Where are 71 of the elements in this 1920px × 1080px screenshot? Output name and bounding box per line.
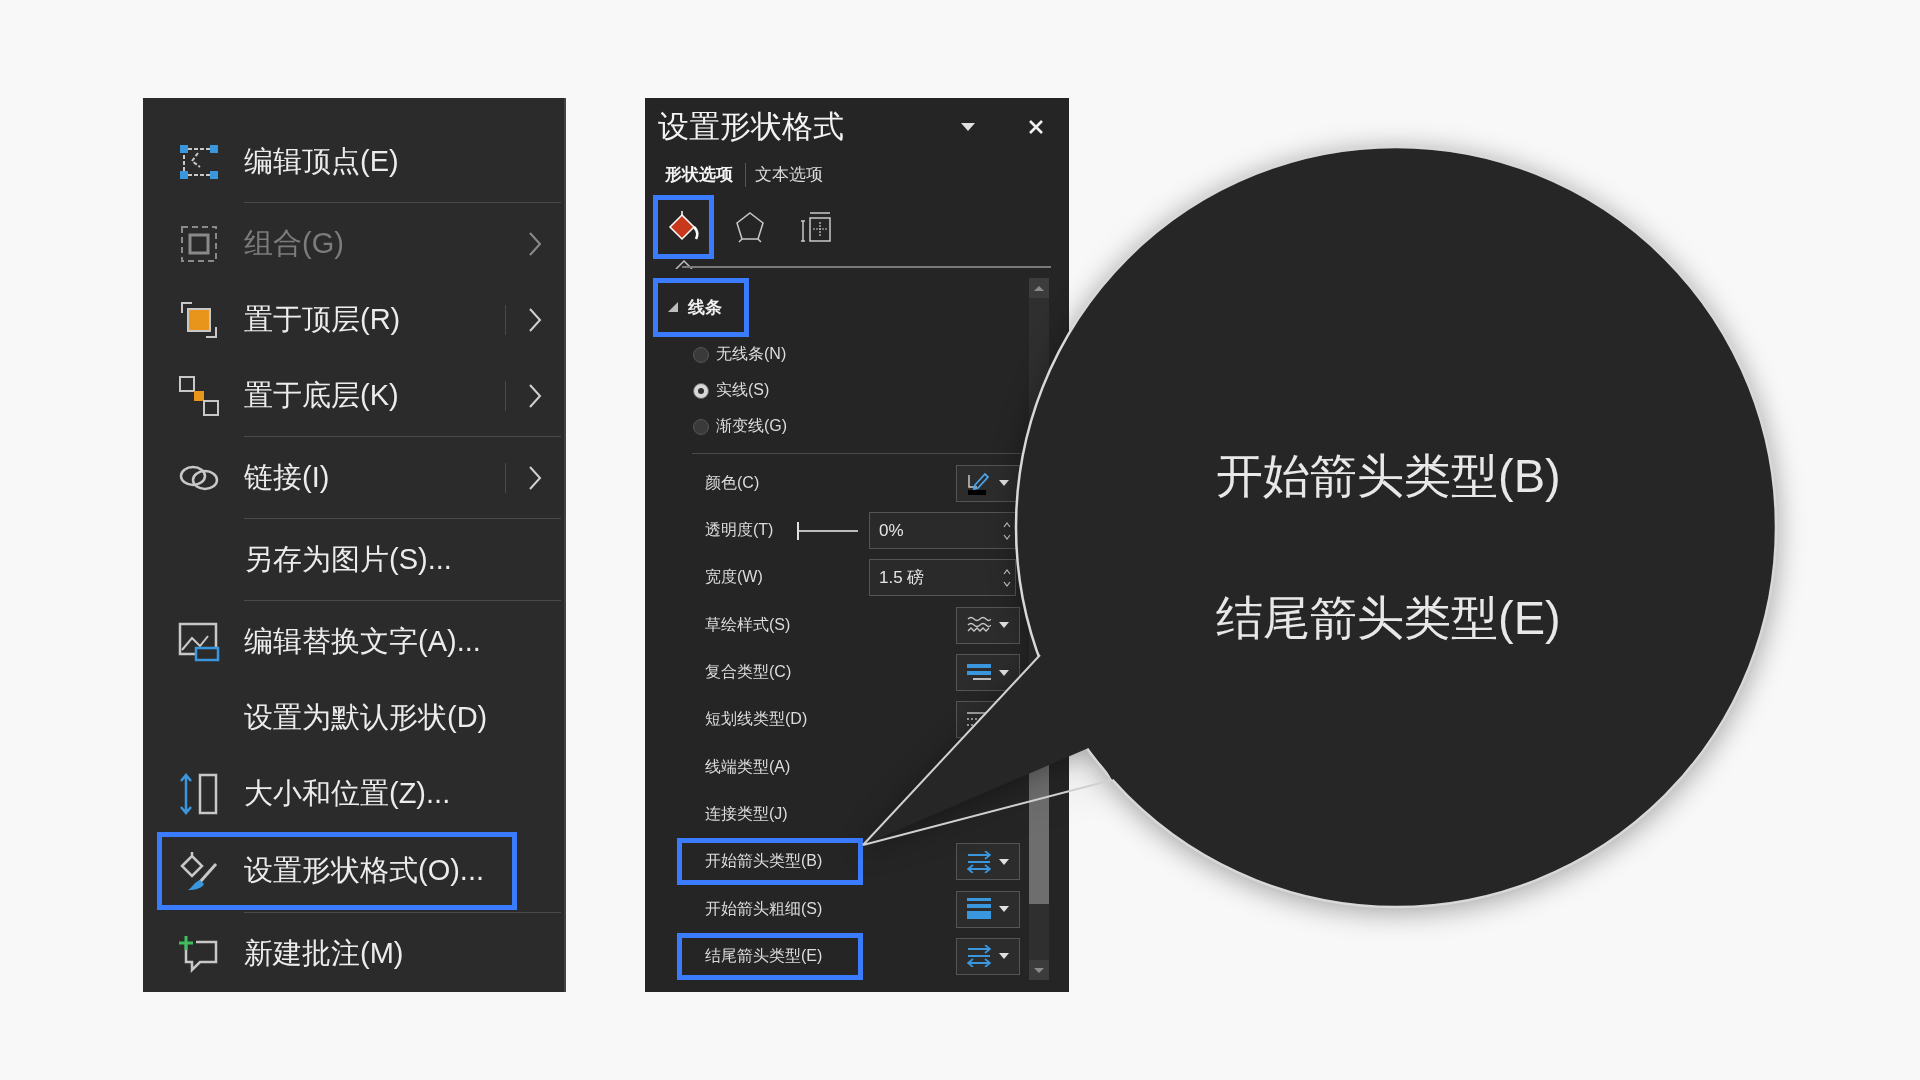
caret-icon [999,669,1009,676]
option-label: 宽度(W) [704,567,764,588]
send-to-back-icon [178,375,220,417]
color-dropdown[interactable] [956,464,1020,502]
tab[interactable]: 形状选项 [665,161,733,189]
option-label: 结尾箭头类型(E) [677,932,863,980]
spin-field[interactable]: 1.5 磅 [869,559,1016,597]
caret-icon [999,622,1009,629]
menu-item[interactable]: 新建批注(M) [143,916,564,992]
close-icon[interactable] [1029,119,1043,134]
radio-button[interactable] [693,346,709,363]
section-header[interactable]: 线条 [653,277,749,337]
menu-item[interactable]: 另存为图片(S)... [143,522,564,598]
image-text-icon [178,622,220,662]
menu-item[interactable]: 设置为默认形状(D) [143,680,564,756]
spinner-arrows-icon[interactable] [1003,567,1011,588]
line-style-dropdown[interactable] [956,843,1020,881]
caret-icon [999,906,1009,913]
caret-icon [999,953,1009,960]
paintbrush-icon [178,850,220,892]
double-arrow-icon [967,850,991,873]
tab[interactable]: 文本选项 [755,161,823,189]
menu-item[interactable]: 链接(I) [143,440,564,516]
double-arrow-icon [967,945,991,968]
spinner-arrows-icon[interactable] [1003,520,1011,541]
menu-item[interactable]: 编辑替换文字(A)... [143,604,564,680]
vertex-edit-icon [178,143,220,181]
menu-item[interactable]: 编辑顶点(E) [143,124,564,200]
pane-title: 设置形状格式 [658,107,844,146]
radio-label[interactable]: 渐变线(G) [716,416,788,438]
caret-icon [999,480,1009,487]
option-label: 复合类型(C) [704,662,793,683]
radio-button[interactable] [693,418,709,435]
option-label: 短划线类型(D) [704,709,809,730]
expand-triangle-icon [668,302,678,313]
section-title: 线条 [688,296,722,319]
slider-track[interactable] [797,521,858,540]
zoomed-label: 结尾箭头类型(E) [1216,590,1561,646]
line-style-dropdown[interactable] [956,937,1020,975]
menu-item[interactable]: 设置形状格式(O)... [157,832,517,910]
zoomed-label: 开始箭头类型(B) [1216,448,1561,504]
pencil-icon [967,471,991,496]
radio-button[interactable] [693,382,709,399]
option-label: 透明度(T) [704,520,775,541]
option-label: 线端类型(A) [704,756,792,777]
option-label: 颜色(C) [704,472,761,493]
icon-tab[interactable] [653,194,714,259]
caret-icon [999,858,1009,865]
line-style-dropdown[interactable] [956,606,1020,644]
line-style-dropdown[interactable] [956,654,1020,692]
spin-field[interactable]: 0% [869,512,1016,550]
scroll-down-icon[interactable] [1029,960,1049,980]
menu-item[interactable]: 置于底层(K) [143,358,564,434]
line-style-dropdown[interactable] [956,890,1020,928]
lines-icon [967,898,991,921]
bring-to-front-icon [178,299,220,341]
menu-item[interactable]: 大小和位置(Z)... [143,756,564,832]
link-icon [178,463,220,493]
radio-label[interactable]: 实线(S) [716,380,770,402]
option-label: 开始箭头类型(B) [677,838,863,886]
comment-icon [178,934,220,974]
menu-item[interactable]: 置于顶层(R) [143,282,564,358]
radio-label[interactable]: 无线条(N) [716,344,787,366]
option-label: 连接类型(J) [704,803,789,824]
option-label: 开始箭头粗细(S) [704,898,824,919]
resize-icon [178,772,220,816]
dropdown-icon[interactable] [961,122,975,131]
lines-icon [967,662,991,683]
scroll-up-icon[interactable] [1029,277,1049,298]
group-icon [178,223,220,265]
option-label: 草绘样式(S) [704,614,792,635]
